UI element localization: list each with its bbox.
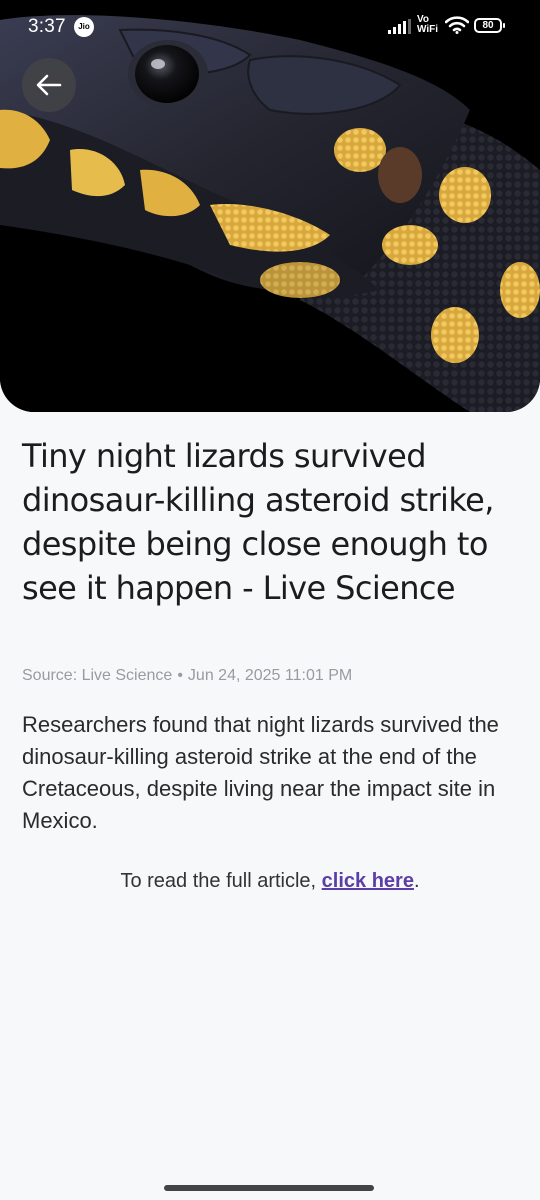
status-bar: 3:37 Jio Vo WiFi 80 (0, 0, 540, 54)
status-time: 3:37 (28, 16, 66, 37)
battery-icon: 80 (474, 18, 505, 33)
read-more-prefix: To read the full article, (120, 870, 322, 892)
read-more-line: To read the full article, click here. (0, 870, 540, 893)
article-title: Tiny night lizards survived dinosaur-kil… (22, 437, 494, 607)
gesture-bar[interactable] (164, 1185, 374, 1191)
carrier-badge: Jio (74, 17, 94, 37)
article-summary: Researchers found that night lizards sur… (22, 712, 499, 833)
lizard-photo (0, 0, 540, 412)
signal-icon (388, 19, 411, 34)
read-full-article-link[interactable]: click here (322, 870, 414, 892)
vowifi-label-wifi: WiFi (417, 24, 439, 35)
article-date: Jun 24, 2025 11:01 PM (187, 667, 353, 684)
back-button[interactable] (22, 58, 76, 112)
hero-image (0, 0, 540, 412)
article-meta: Source: Live Science • Jun 24, 2025 11:01 … (22, 667, 352, 685)
meta-separator: • (177, 667, 183, 684)
read-more-suffix: . (413, 870, 420, 892)
vowifi-icon: Vo WiFi (417, 15, 438, 35)
article-source: Source: Live Science (22, 667, 173, 684)
arrow-left-icon (36, 74, 62, 96)
wifi-icon (445, 16, 469, 34)
